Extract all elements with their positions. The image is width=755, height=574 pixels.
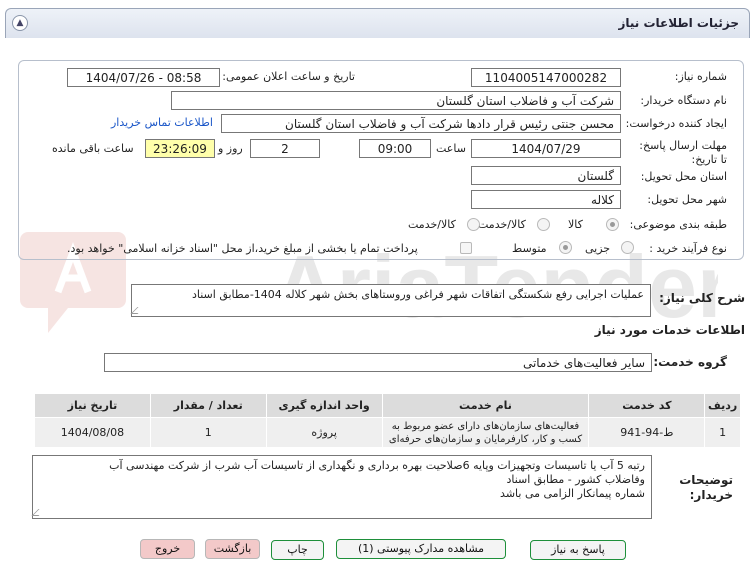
purchase-medium-radio[interactable] [559, 241, 572, 254]
creator-field: محسن جنتی رئیس قرار دادها شرکت آب و فاضل… [221, 114, 621, 133]
col-unit: واحد اندازه گیری [265, 393, 383, 418]
category-label: طبقه بندی موضوعی: [629, 218, 727, 231]
panel-title: جزئیات اطلاعات نیاز [618, 16, 739, 30]
col-qty: تعداد / مقدار [149, 393, 267, 418]
services-title: اطلاعات خدمات مورد نیاز [594, 323, 745, 337]
category-goods-service-label: کالا/خدمت [478, 218, 526, 231]
days-label: روز و [218, 142, 243, 155]
print-button[interactable]: چاپ [271, 540, 324, 560]
services-table: ردیف کد خدمت نام خدمت واحد اندازه گیری ت… [34, 393, 741, 448]
cell-name: فعالیت‌های سازمان‌های دارای عضو مربوط به… [381, 417, 590, 448]
service-group-field: سایر فعالیت‌های خدماتی [104, 353, 652, 372]
purchase-medium-label: متوسط [512, 242, 547, 255]
remaining-time-field: 23:26:09 [145, 139, 215, 158]
panel-header: جزئیات اطلاعات نیاز ▲ [5, 8, 750, 38]
city-label: شهر محل تحویل: [647, 193, 727, 206]
cell-code: ط-94-941 [588, 417, 706, 448]
cell-qty: 1 [149, 417, 267, 448]
treasury-note: پرداخت تمام یا بخشی از مبلغ خرید،از محل … [67, 242, 418, 255]
buyer-notes-textarea[interactable]: رتبه 5 آب یا تاسیسات وتجهیزات وپایه 6صلا… [32, 455, 652, 519]
category-goods-radio[interactable] [606, 218, 619, 231]
buyer-notes-line: رتبه 5 آب یا تاسیسات وتجهیزات وپایه 6صلا… [109, 459, 645, 472]
days-field: 2 [250, 139, 320, 158]
deadline-date-field: 1404/07/29 [471, 139, 621, 158]
exit-button[interactable]: خروج [140, 539, 195, 559]
buyer-notes-line: شماره پیمانکار الزامی می باشد [500, 487, 645, 500]
time-label: ساعت [436, 142, 466, 155]
category-service-radio[interactable] [467, 218, 480, 231]
category-service-label: کالا/خدمت [408, 218, 456, 231]
city-field: کلاله [471, 190, 621, 209]
back-button[interactable]: بازگشت [205, 539, 260, 559]
purchase-minor-radio[interactable] [621, 241, 634, 254]
province-field: گلستان [471, 166, 621, 185]
col-name: نام خدمت [381, 393, 590, 418]
table-header-row: ردیف کد خدمت نام خدمت واحد اندازه گیری ت… [34, 393, 741, 418]
description-textarea[interactable]: عملیات اجرایی رفع شکستگی اتفاقات شهر فرا… [131, 284, 651, 317]
buyer-notes-line: وفاضلاب کشور - مطابق اسناد [506, 473, 645, 486]
need-number-field: 1104005147000282 [471, 68, 621, 87]
buyer-org-label: نام دستگاه خریدار: [640, 94, 727, 107]
col-row: ردیف [704, 393, 741, 418]
description-label: شرح کلی نیاز: [659, 291, 745, 305]
attachments-button[interactable]: مشاهده مدارک پیوستی (1) [336, 539, 506, 559]
reply-button[interactable]: پاسخ به نیاز [530, 540, 626, 560]
treasury-checkbox[interactable] [460, 242, 472, 254]
buyer-notes-label: توضیحات خریدار: [679, 473, 733, 502]
col-date: تاریخ نیاز [34, 393, 151, 418]
table-row: 1 ط-94-941 فعالیت‌های سازمان‌های دارای ع… [34, 417, 741, 448]
cell-date: 1404/08/08 [34, 417, 151, 448]
deadline-time-field: 09:00 [359, 139, 431, 158]
contact-link[interactable]: اطلاعات تماس خریدار [111, 116, 213, 129]
purchase-minor-label: جزیی [585, 242, 611, 255]
category-goods-service-radio[interactable] [537, 218, 550, 231]
announce-field: 1404/07/26 - 08:58 [67, 68, 220, 87]
remaining-label: ساعت باقی مانده [52, 142, 134, 155]
announce-label: تاریخ و ساعت اعلان عمومی: [222, 70, 355, 83]
province-label: استان محل تحویل: [640, 170, 727, 183]
purchase-type-label: نوع فرآیند خرید : [649, 242, 727, 255]
cell-unit: پروژه [265, 417, 383, 448]
deadline-label: مهلت ارسال پاسخ: تا تاریخ: [639, 139, 727, 166]
service-group-label: گروه خدمت: [653, 355, 727, 369]
need-number-label: شماره نیاز: [674, 70, 727, 83]
collapse-icon[interactable]: ▲ [12, 15, 28, 31]
cell-row: 1 [704, 417, 741, 448]
buyer-org-field: شرکت آب و فاضلاب استان گلستان [171, 91, 621, 110]
creator-label: ایجاد کننده درخواست: [625, 117, 727, 130]
category-goods-label: کالا [568, 218, 583, 231]
col-code: کد خدمت [588, 393, 706, 418]
